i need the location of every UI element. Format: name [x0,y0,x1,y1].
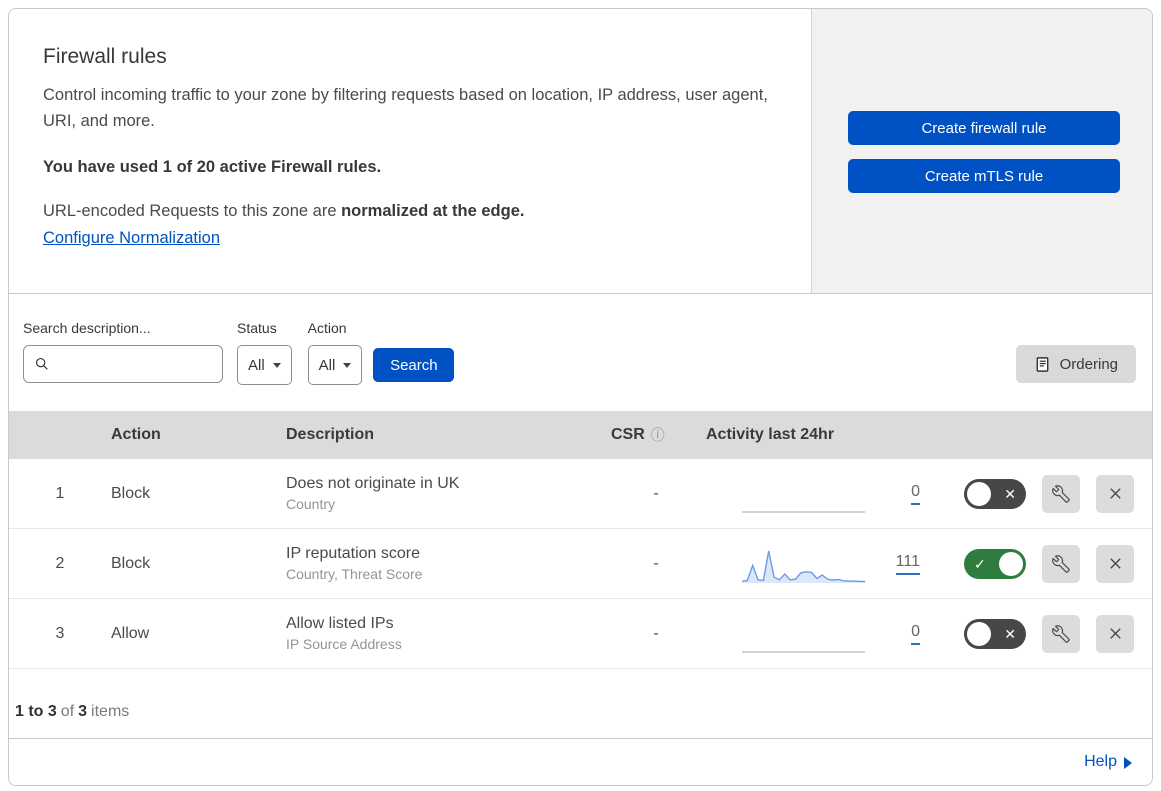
filter-bar: Search description... Status All Action … [9,294,1152,411]
wrench-icon [1052,554,1070,573]
create-firewall-rule-button[interactable]: Create firewall rule [848,111,1120,145]
rule-csr-value: - [653,484,659,502]
search-group: Search description... [23,320,223,383]
page-description: Control incoming traffic to your zone by… [43,86,768,130]
page-title: Firewall rules [43,45,167,68]
toggle-knob [999,551,1023,576]
action-selected-value: All [318,356,336,374]
table-row: 2 Block IP reputation score Country, Thr… [9,529,1152,599]
edit-rule-button[interactable] [1042,614,1080,653]
help-bar: Help [9,739,1152,785]
header-action-column: Action [111,426,161,443]
delete-rule-button[interactable] [1096,474,1134,513]
chevron-down-icon [343,362,352,368]
rule-enabled-toggle[interactable]: ✓ ✕ [964,548,1026,579]
rule-enabled-toggle[interactable]: ✓ ✕ [964,618,1026,649]
search-input[interactable] [23,345,223,383]
edit-rule-button[interactable] [1042,474,1080,513]
header-activity-column: Activity last 24hr [706,426,835,443]
table-row: 1 Block Does not originate in UK Country… [9,459,1152,529]
rule-fields: Country, Threat Score [286,566,423,582]
wrench-icon [1052,484,1070,503]
header-csr-column: CSR ⓘ [611,425,701,445]
firewall-rules-panel: Firewall rules Control incoming traffic … [8,8,1153,786]
check-icon: ✓ [974,555,986,572]
help-label: Help [1084,753,1117,770]
activity-sparkline [742,650,865,653]
action-label: Action [307,320,347,336]
items-of: of [60,703,75,720]
status-filter-group: Status All [237,320,292,385]
table-header: Action Description CSR ⓘ Activity last 2… [9,411,1152,459]
intro-card: Firewall rules Control incoming traffic … [9,9,812,293]
table-row: 3 Allow Allow listed IPs IP Source Addre… [9,599,1152,669]
rule-action: Allow [111,624,150,642]
toggle-knob [967,481,991,506]
rule-action: Block [111,484,151,502]
chevron-down-icon [272,362,281,368]
help-link[interactable]: Help [1084,753,1132,771]
activity-count-link[interactable]: 111 [895,553,920,575]
search-button[interactable]: Search [373,348,455,382]
ordering-button-label: Ordering [1059,355,1118,373]
activity-count-link[interactable]: 0 [911,623,920,645]
rule-description: IP reputation score [286,545,421,562]
status-select[interactable]: All [237,345,292,385]
rule-csr-value: - [653,624,659,642]
rule-priority: 2 [55,554,65,572]
edit-rule-button[interactable] [1042,544,1080,583]
rule-description: Allow listed IPs [286,615,394,632]
status-label: Status [237,320,277,336]
items-label: items [91,703,130,720]
items-total: 3 [78,703,88,720]
delete-rule-button[interactable] [1096,614,1134,653]
action-select[interactable]: All [307,345,363,385]
activity-count-link[interactable]: 0 [911,483,920,505]
actions-panel: Create firewall rule Create mTLS rule [812,9,1152,293]
items-range: 1 to 3 [15,703,57,720]
close-icon [1109,488,1121,499]
action-filter-group: Action All [307,320,363,385]
rule-fields: Country [286,496,336,512]
intro-section: Firewall rules Control incoming traffic … [9,9,1152,294]
rule-csr-value: - [653,554,659,572]
close-icon [1109,558,1121,569]
search-label: Search description... [23,320,151,336]
x-icon: ✕ [1004,485,1016,502]
pagination-summary: 1 to 3 of 3 items [9,669,1152,739]
ordering-list-icon [1036,356,1049,372]
ordering-button[interactable]: Ordering [1015,345,1136,383]
delete-rule-button[interactable] [1096,544,1134,583]
activity-sparkline [742,510,865,513]
csr-column-label: CSR [611,426,645,443]
normalization-text: URL-encoded Requests to this zone are no… [43,202,771,221]
normalization-bold: normalized at the edge. [341,202,525,221]
rule-priority: 1 [55,484,65,502]
usage-text: You have used 1 of 20 active Firewall ru… [43,158,382,177]
create-mtls-rule-button[interactable]: Create mTLS rule [848,159,1120,193]
arrow-right-icon [1124,756,1132,769]
normalization-prefix: URL-encoded Requests to this zone are [43,202,342,221]
info-icon[interactable]: ⓘ [651,425,665,445]
search-icon [36,358,48,370]
rule-action: Block [111,554,151,572]
rule-fields: IP Source Address [286,636,402,652]
wrench-icon [1052,624,1070,643]
rule-description: Does not originate in UK [286,475,460,492]
search-input-field[interactable] [58,355,222,373]
activity-sparkline [741,550,865,583]
header-description-column: Description [286,426,375,443]
status-selected-value: All [248,356,265,374]
configure-normalization-link[interactable]: Configure Normalization [43,229,220,248]
toggle-knob [967,621,991,646]
x-icon: ✕ [1004,625,1016,642]
rule-priority: 3 [55,624,65,642]
close-icon [1109,628,1121,639]
rule-enabled-toggle[interactable]: ✓ ✕ [964,478,1026,509]
